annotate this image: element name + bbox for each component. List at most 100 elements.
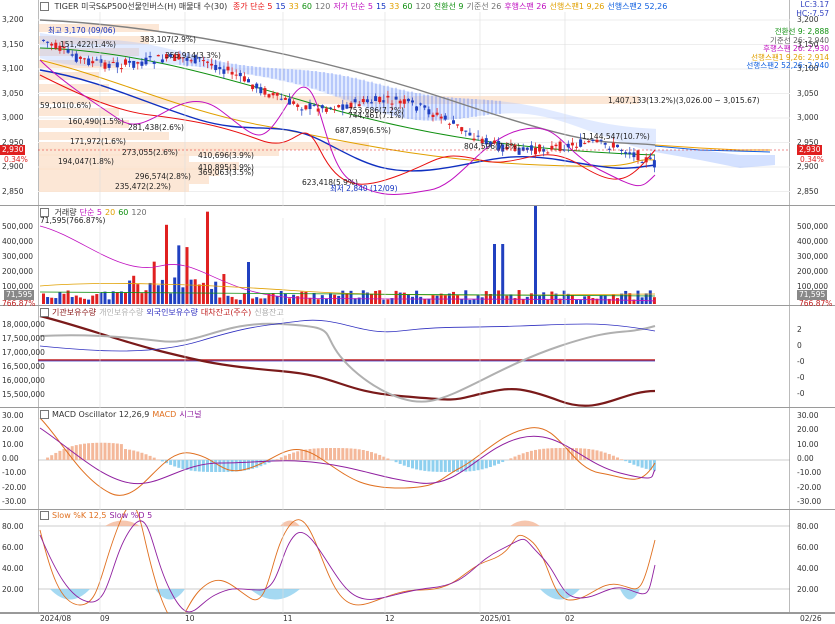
macd-oscillator-bar xyxy=(280,457,283,460)
investor-panel[interactable]: 기관보유수량개인보유수량외국인보유수량대차잔고(주수)신용잔고 18,000,0… xyxy=(0,306,835,408)
volume-bar xyxy=(46,297,49,304)
volume-profile-annotation: 410,696(3.9%) xyxy=(198,151,254,160)
macd-oscillator-bar xyxy=(173,460,176,466)
macd-oscillator-bar xyxy=(436,460,439,472)
candle-body xyxy=(448,124,451,125)
candle-body xyxy=(386,96,389,98)
volume-bar xyxy=(395,291,398,304)
candle-body xyxy=(231,72,234,75)
volume-bar xyxy=(575,300,578,304)
investor-legend-item[interactable]: 신용잔고 xyxy=(254,308,283,317)
price-legend-item[interactable]: 선행스팬1 9,26 xyxy=(549,2,604,11)
macd-legend-item[interactable]: MACD xyxy=(152,410,176,419)
volume-bar xyxy=(538,296,541,304)
price-legend-item[interactable]: 선행스팬2 52,26 xyxy=(607,2,667,11)
candle-body xyxy=(559,142,562,151)
candle-body xyxy=(440,117,443,119)
price-legend-item[interactable]: 60 xyxy=(302,2,312,11)
price-legend-item[interactable]: 120 xyxy=(416,2,431,11)
settings-checkbox-icon[interactable] xyxy=(40,308,49,317)
stochastic-legend-item[interactable]: Slow %K 12,5 xyxy=(52,511,106,520)
y-tick-label: -20.00 xyxy=(2,483,26,492)
candle-body xyxy=(91,61,94,63)
volume-bar xyxy=(247,262,250,304)
price-legend-item[interactable]: 종가 단순 5 xyxy=(233,2,273,11)
investor-legend-item[interactable]: 대차잔고(주수) xyxy=(201,308,251,317)
price-legend-item[interactable]: 저가 단순 5 xyxy=(333,2,373,11)
volume-legend-item[interactable]: 120 xyxy=(131,208,146,217)
candle-body xyxy=(112,62,115,63)
macd-legend-item[interactable]: MACD Oscillator 12,26,9 xyxy=(52,410,149,419)
candle-body xyxy=(108,64,111,68)
y-tick-label: -10.00 xyxy=(797,468,821,477)
price-legend-item[interactable]: 15 xyxy=(275,2,285,11)
stochastic-panel[interactable]: Slow %K 12,5Slow %D 5 80.0060.0040.0020.… xyxy=(0,510,835,613)
candle-body xyxy=(436,113,439,115)
oversold-fill xyxy=(620,589,640,600)
y-tick-label: 18,000,000 xyxy=(2,320,45,329)
volume-panel[interactable]: 거래량단순 52060120 71,595(766.87%) 500,00040… xyxy=(0,206,835,306)
volume-bar xyxy=(177,245,180,304)
price-legend-item[interactable]: 후행스팬 26 xyxy=(504,2,546,11)
stochastic-legend-item[interactable]: Slow %D 5 xyxy=(109,511,152,520)
candle-body xyxy=(272,93,275,95)
volume-legend-item[interactable]: 20 xyxy=(105,208,115,217)
candle-body xyxy=(354,99,357,102)
macd-legend-item[interactable]: 시그널 xyxy=(179,410,201,419)
current-price-tag-left: 2,930 xyxy=(0,145,25,155)
volume-bar xyxy=(378,290,381,304)
settings-checkbox-icon[interactable] xyxy=(40,511,49,520)
macd-oscillator-bar xyxy=(423,460,426,471)
investor-legend-item[interactable]: 외국인보유수량 xyxy=(146,308,198,317)
volume-bar xyxy=(591,298,594,304)
candle-body xyxy=(222,69,225,73)
investor-legend-item[interactable]: 기관보유수량 xyxy=(52,308,96,317)
price-legend-item[interactable]: 60 xyxy=(402,2,412,11)
volume-bar xyxy=(169,293,172,304)
macd-oscillator-bar xyxy=(395,460,398,462)
settings-checkbox-icon[interactable] xyxy=(40,2,49,11)
price-legend-item[interactable]: 33 xyxy=(289,2,299,11)
volume-profile-annotation: 59,101(0.6%) xyxy=(40,101,91,110)
volume-bar xyxy=(374,291,377,304)
volume-bar xyxy=(427,299,430,304)
macd-oscillator-bar xyxy=(358,449,361,460)
macd-oscillator-bar xyxy=(432,460,435,472)
price-panel[interactable]: TIGER 미국S&P500선물인버스(H) 매물대 수(30) 종가 단순 5… xyxy=(0,0,835,206)
candle-body xyxy=(317,109,320,112)
price-legend-item[interactable]: 120 xyxy=(315,2,330,11)
price-right-legend: LC:3.17HC:-7.57전환선 9: 2,888기준선 26: 2,940… xyxy=(746,1,829,71)
candle-body xyxy=(391,104,394,105)
volume-bar xyxy=(526,297,529,304)
volume-profile-annotation: 744,461(7.1%) xyxy=(348,111,404,120)
settings-checkbox-icon[interactable] xyxy=(40,410,49,419)
volume-legend-item[interactable]: 60 xyxy=(118,208,128,217)
volume-bar xyxy=(628,293,631,304)
price-legend-item[interactable]: 기준선 26 xyxy=(467,2,502,11)
macd-oscillator-bar xyxy=(120,444,123,460)
volume-profile-annotation: 194,047(1.8%) xyxy=(58,157,114,166)
candle-body xyxy=(628,152,631,154)
candle-body xyxy=(50,44,53,46)
volume-bar xyxy=(255,297,258,304)
candle-body xyxy=(473,139,476,141)
volume-bar xyxy=(452,292,455,304)
overbought-fill xyxy=(105,521,140,527)
y-tick-label: 3,000 xyxy=(797,113,818,122)
price-legend-item[interactable]: 15 xyxy=(376,2,386,11)
investor-legend-item[interactable]: 개인보유수량 xyxy=(99,308,143,317)
candle-body xyxy=(46,42,49,43)
volume-bar xyxy=(161,280,164,304)
volume-bar xyxy=(624,291,627,304)
macd-oscillator-bar xyxy=(415,460,418,469)
macd-panel[interactable]: MACD Oscillator 12,26,9MACD시그널 30.0020.0… xyxy=(0,408,835,510)
volume-bar xyxy=(485,291,488,304)
macd-oscillator-bar xyxy=(128,450,131,460)
x-tick-label: 2025/01 xyxy=(480,614,511,623)
price-legend-item[interactable]: 33 xyxy=(389,2,399,11)
candle-body xyxy=(645,157,648,162)
volume-bar xyxy=(325,299,328,304)
y-tick-label: 2 xyxy=(797,325,802,334)
macd-oscillator-bar xyxy=(514,457,517,460)
price-legend-item[interactable]: 전환선 9 xyxy=(434,2,464,11)
